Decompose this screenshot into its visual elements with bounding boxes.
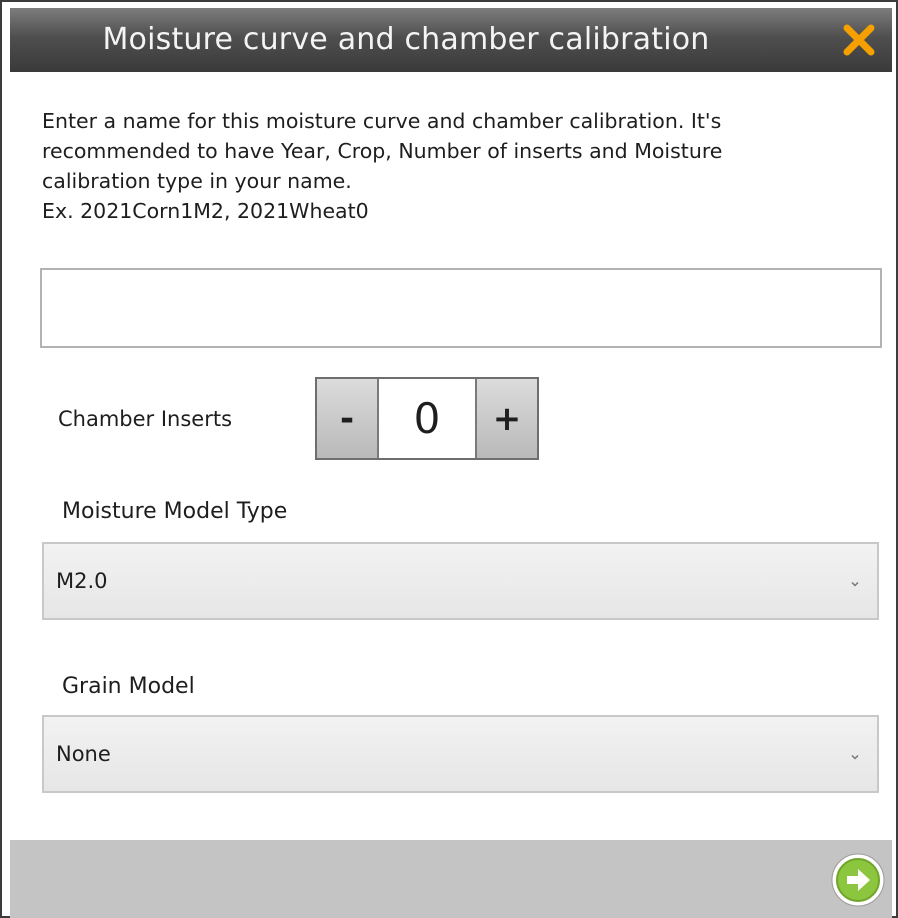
arrow-right-circle-icon bbox=[830, 853, 886, 912]
decrement-button[interactable]: - bbox=[317, 379, 379, 458]
close-icon[interactable] bbox=[836, 17, 882, 63]
title-bar: Moisture curve and chamber calibration bbox=[10, 8, 892, 72]
instructions-line-2: recommended to have Year, Crop, Number o… bbox=[42, 139, 723, 163]
grain-model-label: Grain Model bbox=[62, 674, 195, 699]
chevron-down-icon bbox=[849, 575, 861, 587]
moisture-model-select[interactable]: M2.0 bbox=[42, 542, 879, 620]
chamber-inserts-stepper: - 0 + bbox=[315, 377, 539, 460]
instructions-example: Ex. 2021Corn1M2, 2021Wheat0 bbox=[42, 199, 369, 223]
calibration-dialog: Moisture curve and chamber calibration E… bbox=[0, 0, 898, 918]
moisture-model-value: M2.0 bbox=[56, 569, 108, 593]
grain-model-value: None bbox=[56, 742, 111, 766]
chamber-inserts-label: Chamber Inserts bbox=[58, 407, 233, 431]
next-button[interactable] bbox=[830, 852, 886, 908]
dialog-footer bbox=[10, 840, 892, 918]
chevron-down-icon bbox=[849, 748, 861, 760]
chamber-inserts-value: 0 bbox=[379, 379, 475, 458]
instructions-text: Enter a name for this moisture curve and… bbox=[42, 106, 887, 226]
calibration-name-input[interactable] bbox=[40, 268, 882, 348]
grain-model-select[interactable]: None bbox=[42, 715, 879, 793]
instructions-line-1: Enter a name for this moisture curve and… bbox=[42, 109, 722, 133]
instructions-line-3: calibration type in your name. bbox=[42, 169, 352, 193]
moisture-model-label: Moisture Model Type bbox=[62, 499, 288, 524]
dialog-title: Moisture curve and chamber calibration bbox=[102, 22, 710, 57]
increment-button[interactable]: + bbox=[475, 379, 537, 458]
